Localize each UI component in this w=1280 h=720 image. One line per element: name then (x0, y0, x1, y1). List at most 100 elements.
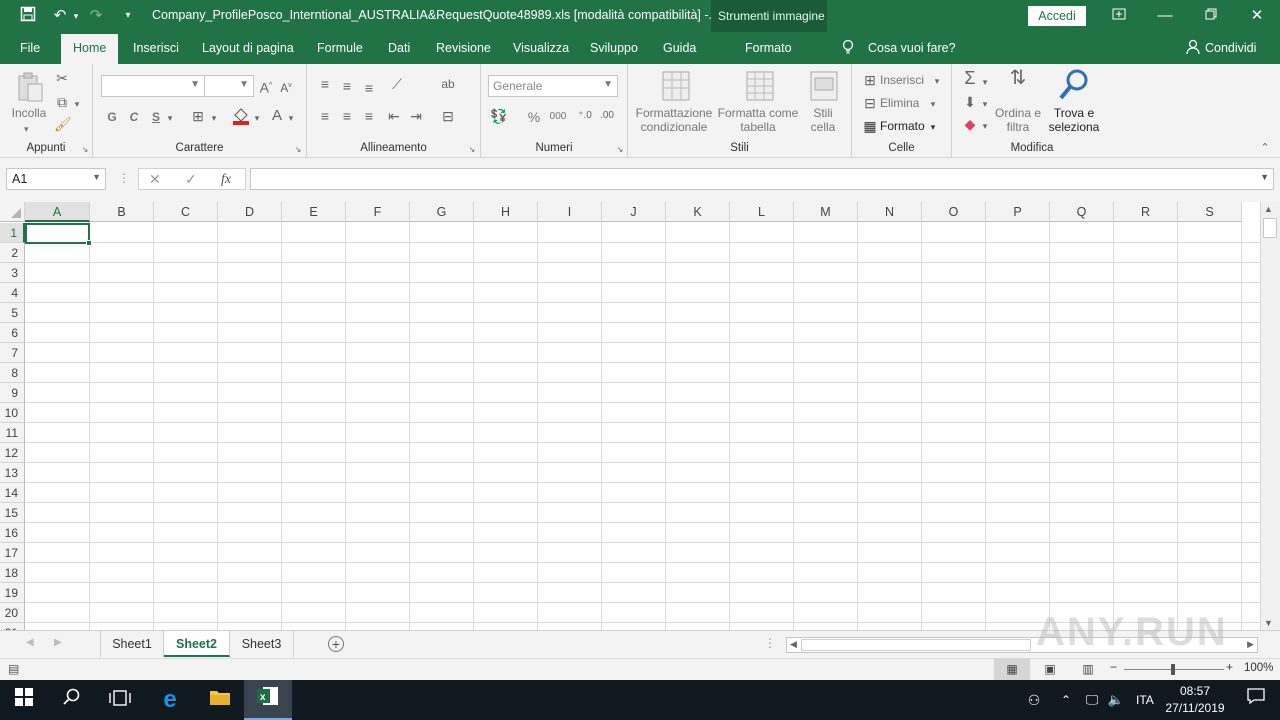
align-center-icon[interactable]: ≡ (339, 108, 355, 124)
increase-indent-icon[interactable]: ⇥ (407, 108, 425, 124)
align-bottom-icon[interactable]: ≡ (361, 80, 377, 96)
font-size-combo[interactable]: ▼ (204, 75, 254, 97)
chevron-down-icon[interactable]: ▼ (92, 172, 101, 182)
clock-time[interactable]: 08:57 (1160, 684, 1230, 698)
clear-dropdown-icon[interactable]: ▾ (980, 118, 990, 134)
share-button[interactable]: Condividi (1205, 41, 1256, 55)
next-sheet-icon[interactable]: ▶ (54, 637, 62, 648)
prev-sheet-icon[interactable]: ◀ (26, 637, 34, 648)
font-name-combo[interactable]: ▼ (101, 75, 205, 97)
fill-color-icon[interactable] (232, 106, 250, 129)
row-header[interactable]: 15 (0, 503, 25, 523)
tab-data[interactable]: Dati (388, 41, 410, 55)
row-header[interactable]: 21 (0, 623, 25, 630)
underline-dropdown-icon[interactable]: ▾ (165, 110, 175, 126)
decrease-font-icon[interactable]: Av (279, 78, 293, 96)
thousands-button[interactable]: 000 (547, 110, 569, 124)
tab-review[interactable]: Revisione (436, 41, 491, 55)
paste-dropdown-icon[interactable]: ▾ (24, 122, 29, 136)
scroll-left-icon[interactable]: ◀ (790, 639, 797, 650)
copy-icon[interactable]: ⧉ (52, 94, 72, 110)
align-top-icon[interactable]: ≡ (317, 76, 333, 92)
format-cells-icon[interactable]: ▦ (862, 118, 878, 134)
increase-decimal-icon[interactable]: ⁺.0 (575, 108, 595, 124)
row-header[interactable]: 17 (0, 543, 25, 563)
row-header[interactable]: 2 (0, 243, 25, 263)
row-header[interactable]: 12 (0, 443, 25, 463)
format-dropdown-icon[interactable]: ▾ (928, 119, 938, 135)
insert-function-button[interactable]: fx (221, 172, 231, 188)
scroll-right-icon[interactable]: ▶ (1247, 639, 1254, 650)
expand-formula-icon[interactable]: ▼ (1260, 172, 1269, 182)
active-cell[interactable] (25, 223, 92, 246)
row-header[interactable]: 1 (0, 223, 25, 243)
row-header[interactable]: 7 (0, 343, 25, 363)
column-header[interactable]: J (602, 202, 666, 222)
excel-taskbar-icon[interactable]: x (244, 680, 292, 720)
close-icon[interactable]: ✕ (1242, 4, 1272, 28)
tab-format[interactable]: Formato (745, 41, 792, 55)
sheet-tab-2[interactable]: Sheet2 (164, 631, 230, 657)
orientation-icon[interactable]: ⟋ (387, 76, 407, 92)
resize-handle-icon[interactable]: ⋮ (118, 171, 130, 185)
task-view-icon[interactable] (96, 680, 144, 720)
redo-icon[interactable]: ↷ (86, 6, 106, 26)
paste-button[interactable]: Incolla (10, 106, 48, 120)
scroll-up-icon[interactable]: ▲ (1264, 204, 1273, 214)
name-box[interactable]: A1 ▼ (6, 168, 106, 190)
column-header[interactable]: M (794, 202, 858, 222)
row-header[interactable]: 20 (0, 603, 25, 623)
column-header[interactable]: Q (1050, 202, 1114, 222)
align-middle-icon[interactable]: ≡ (339, 78, 355, 94)
fill-handle[interactable] (86, 240, 92, 246)
row-header[interactable]: 8 (0, 363, 25, 383)
normal-view-icon[interactable]: ▦ (994, 659, 1030, 680)
row-header[interactable]: 6 (0, 323, 25, 343)
underline-button[interactable]: S (149, 110, 163, 124)
sort-filter-icon[interactable]: ⇅ (1002, 68, 1034, 88)
row-header[interactable]: 18 (0, 563, 25, 583)
zoom-slider-thumb[interactable] (1171, 664, 1175, 675)
find-select-icon[interactable] (1056, 68, 1092, 105)
delete-cells-icon[interactable]: ⊟ (862, 95, 878, 111)
windows-start-icon[interactable] (0, 680, 48, 720)
formula-input[interactable]: ▼ (250, 168, 1274, 190)
cut-icon[interactable]: ✂ (54, 70, 70, 86)
increase-font-icon[interactable]: A^ (259, 78, 273, 96)
add-sheet-icon[interactable]: + (328, 636, 344, 652)
tab-home[interactable]: Home (61, 34, 119, 64)
format-painter-icon[interactable]: 🖌 (54, 116, 72, 132)
fill-color-dropdown-icon[interactable]: ▾ (252, 110, 262, 126)
collapse-ribbon-icon[interactable]: ⌃ (1258, 140, 1272, 156)
currency-icon[interactable]: 💱 (489, 108, 509, 124)
row-header[interactable]: 19 (0, 583, 25, 603)
restore-icon[interactable] (1196, 4, 1226, 28)
network-icon[interactable]: 🖵 (1080, 680, 1104, 720)
show-hidden-icons[interactable]: ⌃ (1052, 680, 1080, 720)
minimize-icon[interactable]: — (1150, 4, 1180, 28)
people-icon[interactable]: ⚇ (1010, 680, 1058, 720)
ribbon-display-icon[interactable] (1104, 4, 1134, 28)
column-header[interactable]: D (218, 202, 282, 222)
column-header[interactable]: I (538, 202, 602, 222)
input-language[interactable]: ITA (1136, 693, 1154, 707)
save-icon[interactable] (18, 6, 38, 26)
wrap-text-icon[interactable]: ab (439, 76, 457, 92)
volume-icon[interactable]: 🔈 (1104, 680, 1128, 720)
borders-dropdown-icon[interactable]: ▾ (209, 110, 219, 126)
format-as-table-icon[interactable] (744, 70, 776, 105)
tab-formulas[interactable]: Formule (317, 41, 363, 55)
sort-filter-button[interactable]: Ordina e filtra (994, 106, 1042, 134)
autosum-icon[interactable]: Σ (960, 69, 980, 87)
macro-record-icon[interactable]: ▤ (8, 662, 19, 676)
conditional-format-icon[interactable] (660, 70, 692, 105)
row-header[interactable]: 11 (0, 423, 25, 443)
format-as-table-button[interactable]: Formatta come tabella (716, 106, 800, 134)
clock-date[interactable]: 27/11/2019 (1160, 701, 1230, 715)
column-header[interactable]: O (922, 202, 986, 222)
borders-icon[interactable]: ⊞ (189, 108, 207, 124)
insert-cells-icon[interactable]: ⊞ (862, 72, 878, 88)
column-header[interactable]: S (1178, 202, 1242, 222)
row-header[interactable]: 13 (0, 463, 25, 483)
percent-button[interactable]: % (527, 110, 541, 124)
